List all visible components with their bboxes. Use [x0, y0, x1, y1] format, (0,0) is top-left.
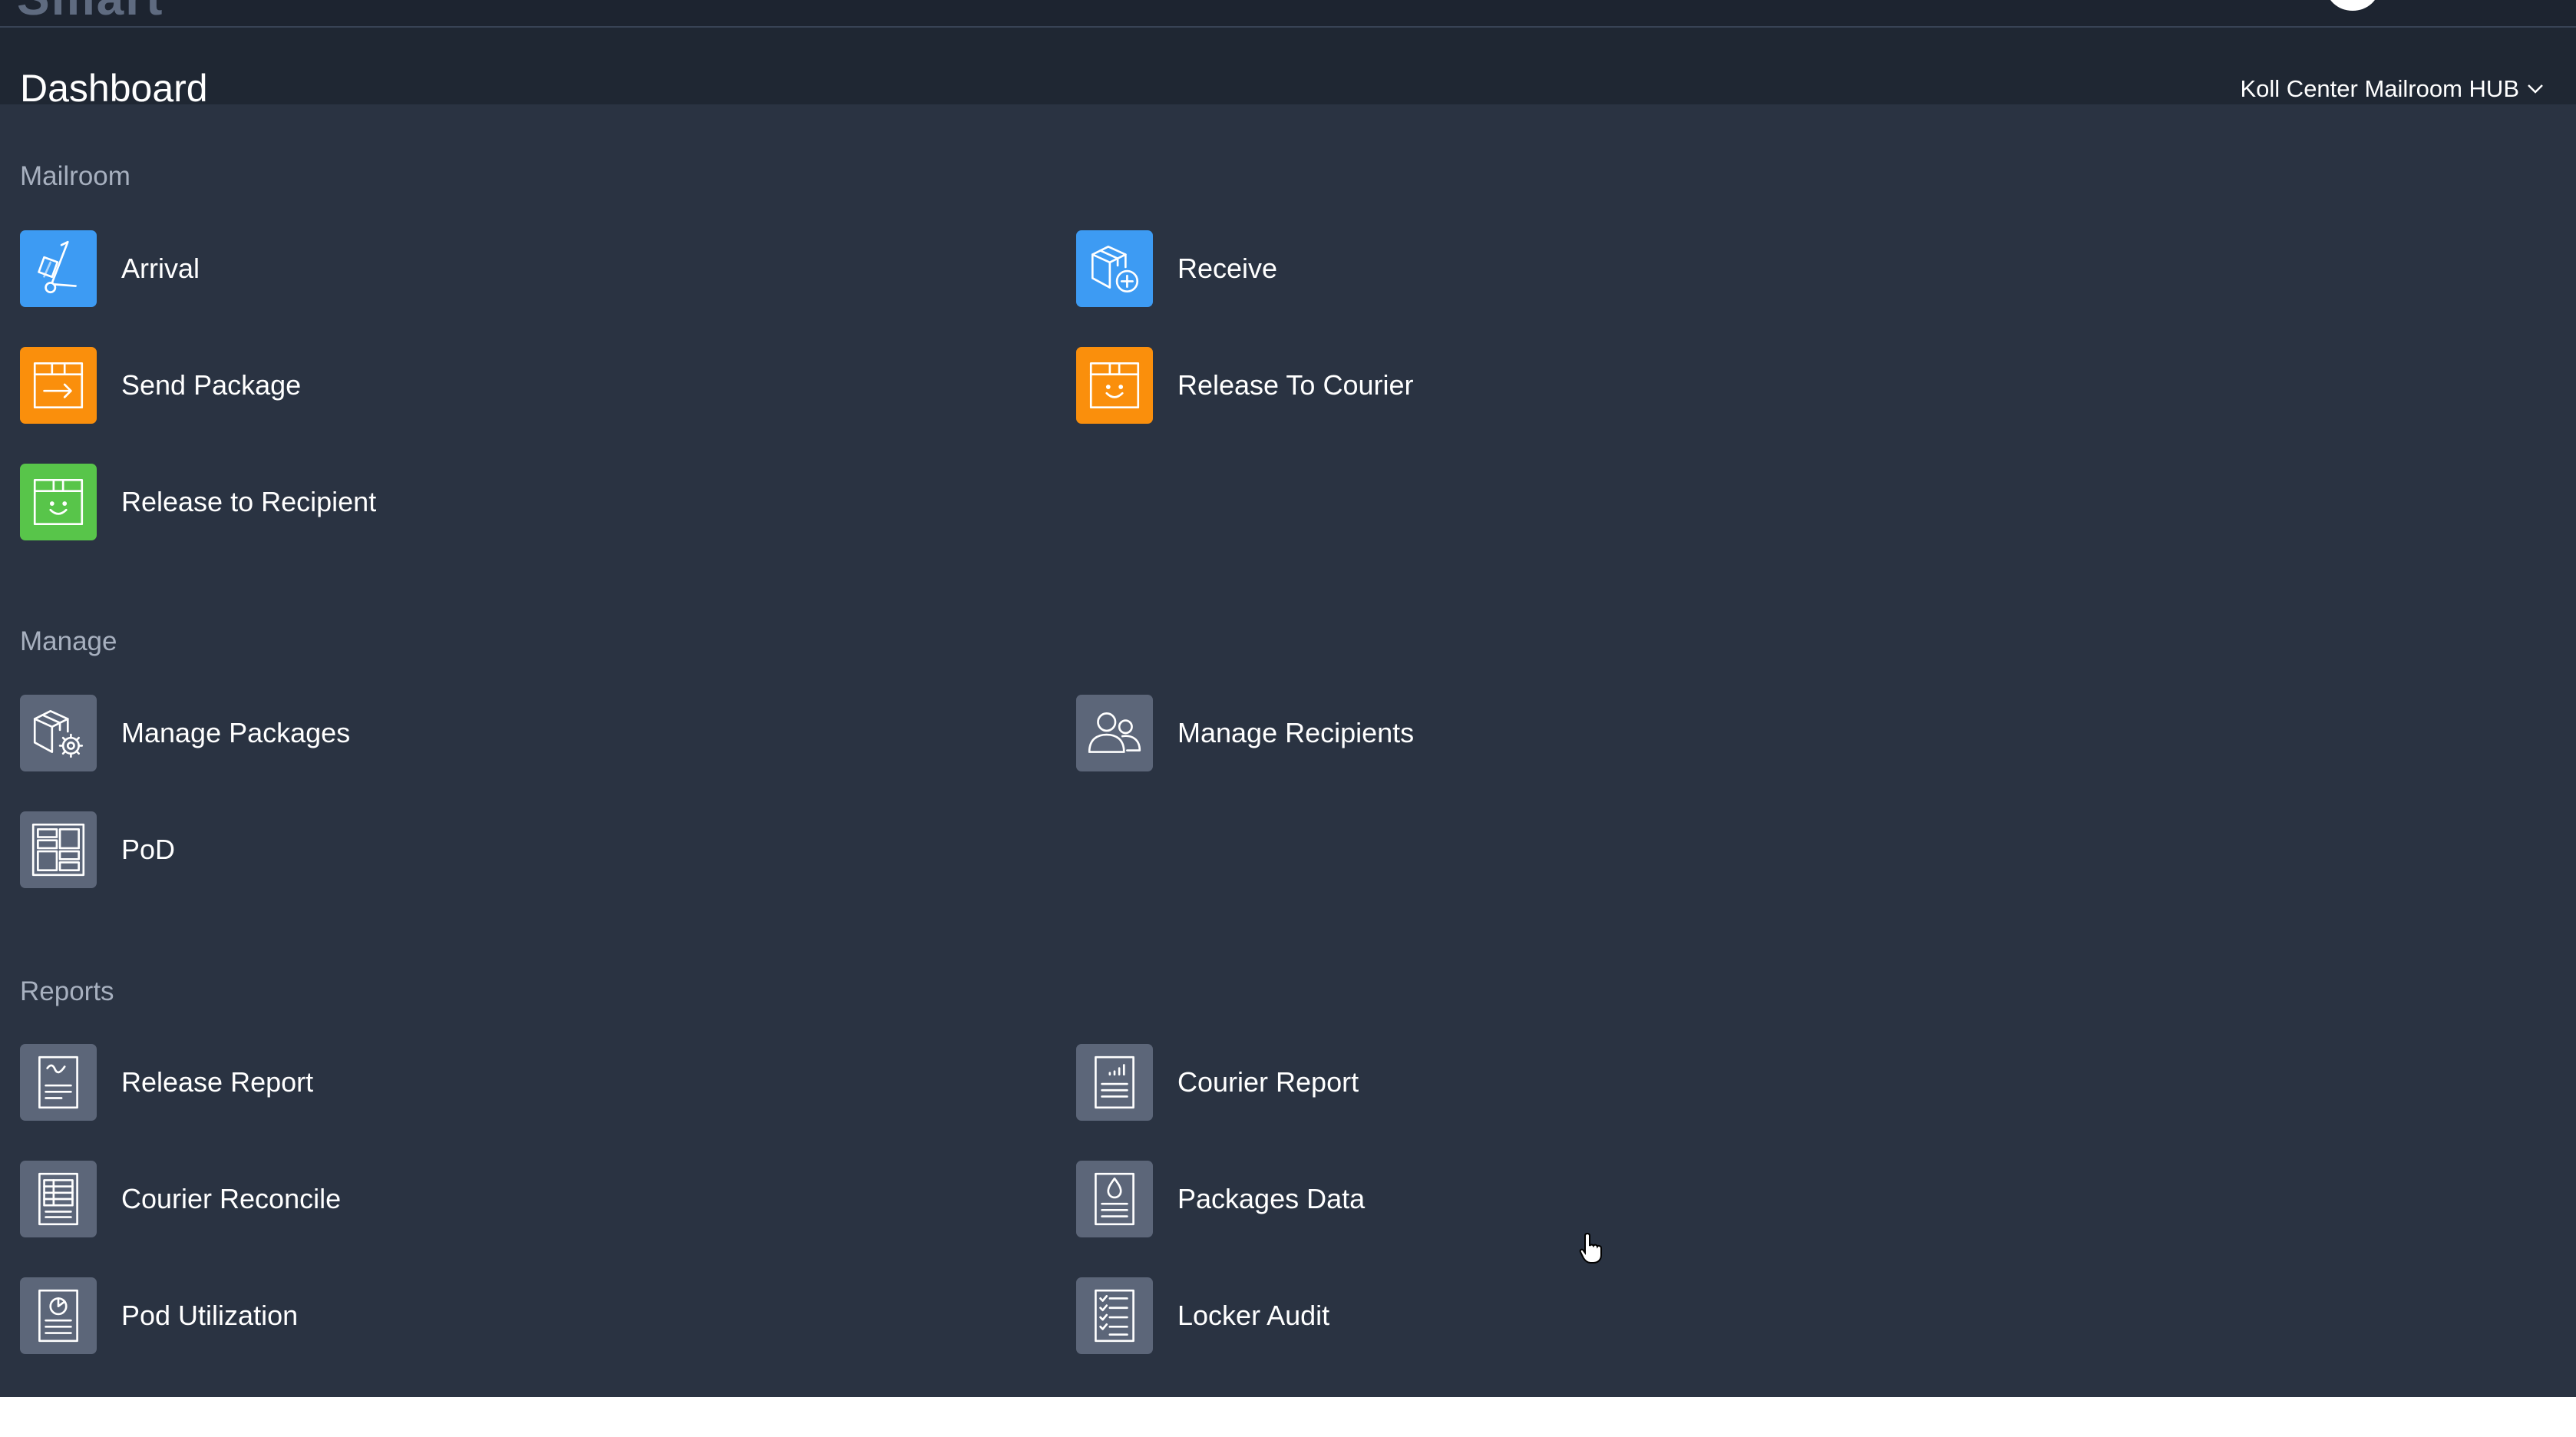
tile-label: Locker Audit	[1177, 1300, 1330, 1331]
hand-truck-icon	[20, 230, 97, 307]
section-title-mailroom: Mailroom	[20, 161, 130, 191]
box-smile-icon	[1076, 347, 1153, 424]
tile-label: PoD	[121, 834, 176, 865]
location-selector[interactable]: Koll Center Mailroom HUB	[2241, 75, 2545, 103]
report-doc-icon	[20, 1044, 97, 1121]
tile-label: Arrival	[121, 253, 200, 284]
report-pie-icon	[20, 1277, 97, 1354]
top-navbar: Smart	[0, 0, 2576, 28]
tile-release-to-recipient[interactable]: Release to Recipient	[20, 464, 376, 540]
tile-label: Send Package	[121, 369, 302, 401]
tile-release-to-courier[interactable]: Release To Courier	[1076, 347, 1414, 424]
box-plus-icon	[1076, 230, 1153, 307]
box-smile-icon	[20, 464, 97, 540]
tile-packages-data[interactable]: Packages Data	[1076, 1161, 1365, 1237]
tile-locker-audit[interactable]: Locker Audit	[1076, 1277, 1329, 1354]
report-table-icon	[20, 1161, 97, 1237]
user-avatar[interactable]	[2326, 0, 2379, 11]
chevron-down-icon	[2528, 84, 2543, 94]
tile-label: Manage Recipients	[1177, 717, 1415, 748]
tile-label: Manage Packages	[121, 717, 351, 748]
tile-label: Packages Data	[1177, 1183, 1366, 1214]
tile-send-package[interactable]: Send Package	[20, 347, 301, 424]
tile-arrival[interactable]: Arrival	[20, 230, 200, 307]
tile-pod[interactable]: PoD	[20, 811, 175, 888]
section-title-manage: Manage	[20, 626, 117, 656]
box-arrow-icon	[20, 347, 97, 424]
checklist-icon	[1076, 1277, 1153, 1354]
tile-label: Release Report	[121, 1066, 314, 1098]
tile-manage-packages[interactable]: Manage Packages	[20, 695, 350, 771]
locker-grid-icon	[20, 811, 97, 888]
tile-label: Pod Utilization	[121, 1300, 299, 1331]
tile-manage-recipients[interactable]: Manage Recipients	[1076, 695, 1414, 771]
app-logo[interactable]: Smart	[17, 0, 163, 25]
report-drop-icon	[1076, 1161, 1153, 1237]
tile-label: Release To Courier	[1177, 369, 1414, 401]
tile-courier-reconcile[interactable]: Courier Reconcile	[20, 1161, 341, 1237]
app-window: Smart Dashboard Koll Center Mailroom HUB…	[0, 0, 2576, 1397]
section-title-reports: Reports	[20, 976, 114, 1006]
tile-pod-utilization[interactable]: Pod Utilization	[20, 1277, 298, 1354]
tile-label: Courier Report	[1177, 1066, 1359, 1098]
tile-receive[interactable]: Receive	[1076, 230, 1277, 307]
tile-label: Release to Recipient	[121, 486, 377, 517]
hand-cursor-icon	[1579, 1232, 1602, 1264]
title-bar: Dashboard Koll Center Mailroom HUB	[0, 28, 2576, 110]
box-gear-icon	[20, 695, 97, 771]
tile-label: Receive	[1177, 253, 1278, 284]
tile-courier-report[interactable]: Courier Report	[1076, 1044, 1359, 1121]
location-label: Koll Center Mailroom HUB	[2240, 75, 2520, 102]
tile-release-report[interactable]: Release Report	[20, 1044, 313, 1121]
page-title: Dashboard	[20, 67, 208, 110]
tile-label: Courier Reconcile	[121, 1183, 342, 1214]
users-icon	[1076, 695, 1153, 771]
report-chart-icon	[1076, 1044, 1153, 1121]
